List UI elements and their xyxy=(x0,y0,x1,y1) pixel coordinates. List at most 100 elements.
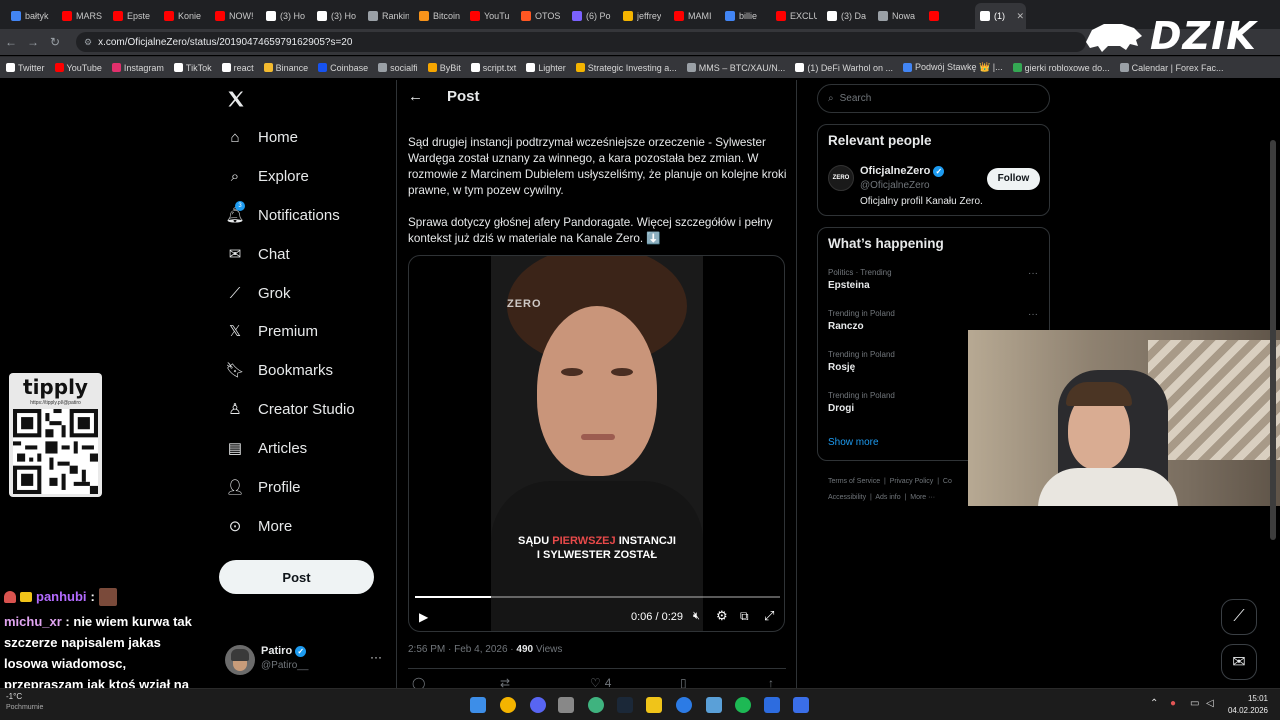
x-logo-icon[interactable] xyxy=(226,89,246,114)
account-more-icon[interactable]: ··· xyxy=(370,650,382,664)
close-tab-icon[interactable]: ✕ xyxy=(1016,11,1024,22)
person-name[interactable]: OficjalneZero xyxy=(860,165,930,177)
post-button[interactable]: Post xyxy=(219,560,374,594)
browser-tab[interactable]: (3) Ho xyxy=(312,3,363,29)
video-player[interactable]: ZERO SĄDU PIERWSZEJ INSTANCJI I SYLWESTE… xyxy=(408,255,785,632)
steam-icon[interactable] xyxy=(617,697,633,713)
grok-fab[interactable]: ⟋ xyxy=(1221,599,1257,635)
reload-icon[interactable]: ↻ xyxy=(44,35,66,49)
mute-icon[interactable]: 🔇︎ xyxy=(693,610,700,623)
oficjalnezero-avatar[interactable]: ZERO xyxy=(828,165,854,191)
volume-icon[interactable]: ◁ xyxy=(1206,698,1214,709)
avatar[interactable] xyxy=(225,645,255,675)
sidebar-item-profile[interactable]: 👤︎ Profile xyxy=(225,478,300,497)
browser-tab[interactable]: MAMI xyxy=(669,3,720,29)
browser-tab[interactable]: Rankin xyxy=(363,3,414,29)
pip-icon[interactable]: ⧉ xyxy=(740,609,749,624)
bookmark-item[interactable]: socialfi xyxy=(378,63,418,73)
bookmark-item[interactable]: Lighter xyxy=(526,63,566,73)
clock-date[interactable]: 04.02.2026 xyxy=(1220,706,1268,715)
footer-link[interactable]: Terms of Service xyxy=(828,478,880,485)
back-arrow-icon[interactable]: ← xyxy=(408,88,423,105)
browser-tab[interactable]: EXCLU xyxy=(771,3,822,29)
follow-button[interactable]: Follow xyxy=(987,168,1040,190)
bookmark-item[interactable]: script.txt xyxy=(470,63,516,73)
footer-link[interactable]: Ads info xyxy=(875,494,900,501)
bookmark-item[interactable]: Twitter xyxy=(6,63,45,73)
browser-tab[interactable]: Nowa xyxy=(873,3,924,29)
start-icon[interactable] xyxy=(470,697,486,713)
bookmark-item[interactable]: Calendar | Forex Fac... xyxy=(1119,63,1224,73)
trend-item[interactable]: Politics · Trending Epsteina xyxy=(828,268,892,291)
browser-tab[interactable]: (3) Da xyxy=(822,3,873,29)
page-scrollbar[interactable] xyxy=(1270,140,1276,540)
spotify-icon[interactable] xyxy=(735,697,751,713)
play-icon[interactable]: ▶ xyxy=(419,610,428,624)
url-field[interactable]: ⚙ x.com/OficjalneZero/status/20190474659… xyxy=(76,32,1086,52)
show-more-link[interactable]: Show more xyxy=(828,437,879,448)
bookmark-item[interactable]: ByBit xyxy=(427,63,461,73)
bookmark-item[interactable]: Binance xyxy=(263,63,308,73)
trend-more-icon[interactable]: ··· xyxy=(1028,268,1038,279)
bookmark-item[interactable]: Instagram xyxy=(111,63,164,73)
mic-icon[interactable]: ● xyxy=(1170,698,1176,709)
browser-tab[interactable] xyxy=(924,3,975,29)
search-input[interactable]: ⌕ Search xyxy=(817,84,1050,113)
trend-item[interactable]: Trending in Poland Drogi xyxy=(828,391,895,414)
folder-icon[interactable] xyxy=(646,697,662,713)
chrome-icon[interactable] xyxy=(500,697,516,713)
trend-item[interactable]: Trending in Poland Ranczo xyxy=(828,309,895,332)
sidebar-item-explore[interactable]: ⌕ Explore xyxy=(226,167,309,185)
fullscreen-icon[interactable]: ⤢ xyxy=(764,608,774,624)
trend-item[interactable]: Trending in Poland Rosję xyxy=(828,350,895,373)
bookmark-item[interactable]: TikTok xyxy=(173,63,212,73)
sidebar-item-chat[interactable]: ✉ Chat xyxy=(226,245,290,264)
browser-tab[interactable]: (3) Ho xyxy=(261,3,312,29)
footer-link[interactable]: More ··· xyxy=(910,494,935,501)
footer-link[interactable]: Privacy Policy xyxy=(890,478,934,485)
browser-tab[interactable]: MARS xyxy=(57,3,108,29)
sidebar-item-premium[interactable]: 𝕏 Premium xyxy=(226,322,318,341)
browser-tab[interactable]: YouTu xyxy=(465,3,516,29)
app-icon[interactable] xyxy=(793,697,809,713)
forward-icon[interactable]: → xyxy=(22,35,44,49)
browser-tab[interactable]: NOW! xyxy=(210,3,261,29)
clock-time[interactable]: 15:01 xyxy=(1236,694,1268,703)
app-icon[interactable] xyxy=(558,697,574,713)
bookmark-item[interactable]: YouTube xyxy=(54,63,102,73)
browser-tab[interactable]: (6) Po xyxy=(567,3,618,29)
app-icon[interactable] xyxy=(764,697,780,713)
sidebar-item-creator-studio[interactable]: ♙ Creator Studio xyxy=(226,400,354,419)
browser-tab[interactable]: Bitcoin xyxy=(414,3,465,29)
browser-tab[interactable]: (1) ✕ xyxy=(975,3,1026,29)
sidebar-item-grok[interactable]: ⟋ Grok xyxy=(226,284,291,302)
sidebar-item-notifications[interactable]: 🔔︎ 3 Notifications xyxy=(225,201,340,224)
sidebar-item-home[interactable]: ⌂ Home xyxy=(226,128,298,146)
sidebar-item-more[interactable]: ⊙ More xyxy=(226,517,292,536)
app-icon[interactable] xyxy=(676,697,692,713)
browser-tab[interactable]: OTOS xyxy=(516,3,567,29)
bookmark-item[interactable]: gierki robloxowe do... xyxy=(1012,63,1110,73)
browser-tab[interactable]: billie xyxy=(720,3,771,29)
browser-tab[interactable]: jeffrey xyxy=(618,3,669,29)
network-icon[interactable]: ▭ xyxy=(1190,698,1199,709)
bookmark-item[interactable]: MMS – BTC/XAU/N... xyxy=(686,63,785,73)
browser-tab[interactable]: Konie xyxy=(159,3,210,29)
video-progress-track[interactable] xyxy=(415,596,780,598)
settings-icon[interactable]: ⚙ xyxy=(716,608,728,624)
footer-link[interactable]: Accessibility xyxy=(828,494,866,501)
browser-tab[interactable]: Epste xyxy=(108,3,159,29)
sidebar-item-bookmarks[interactable]: 🔖︎ Bookmarks xyxy=(225,361,333,380)
tray-chevron-icon[interactable]: ⌃ xyxy=(1150,698,1158,709)
bookmark-item[interactable]: react xyxy=(221,63,254,73)
messages-fab[interactable]: ✉ xyxy=(1221,644,1257,680)
trend-more-icon[interactable]: ··· xyxy=(1028,309,1038,320)
bookmark-item[interactable]: Podwój Stawkę 👑 |... xyxy=(903,62,1003,73)
app-icon[interactable] xyxy=(706,697,722,713)
bookmark-item[interactable]: (1) DeFi Warhol on ... xyxy=(795,63,893,73)
sidebar-item-articles[interactable]: ▤ Articles xyxy=(226,439,307,458)
app-icon[interactable] xyxy=(588,697,604,713)
discord-icon[interactable] xyxy=(530,697,546,713)
site-info-icon[interactable]: ⚙ xyxy=(84,37,92,48)
footer-link[interactable]: Co xyxy=(943,478,952,485)
